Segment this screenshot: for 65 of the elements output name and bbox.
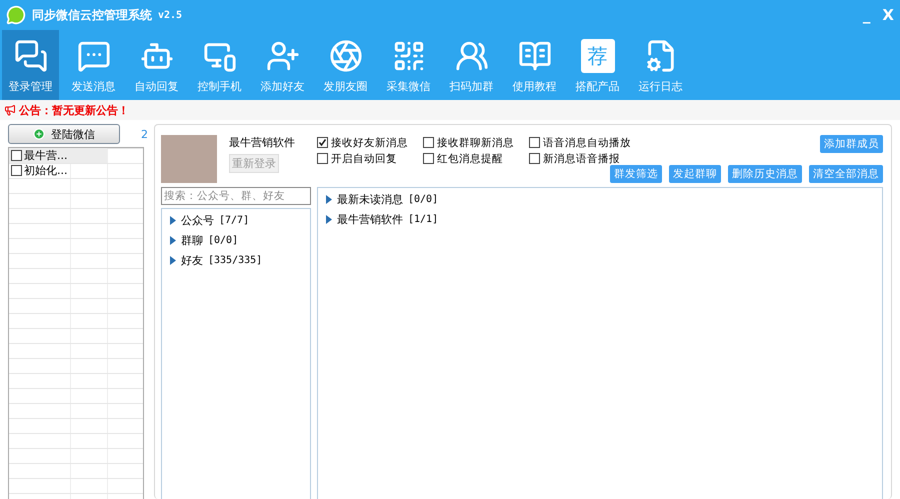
notice-text: 公告：暂无更新公告！ — [19, 102, 129, 118]
version-label: v2.5 — [158, 10, 182, 20]
toolbar-tab[interactable]: 控制手机 — [191, 30, 248, 100]
login-button[interactable]: 登陆微信 — [8, 124, 120, 144]
expand-arrow-icon — [326, 215, 332, 224]
search-field[interactable]: 搜索：公众号、群、好友 — [161, 187, 311, 205]
checkbox[interactable] — [317, 153, 328, 164]
add-user-icon — [266, 39, 300, 73]
tree-node[interactable]: 最新未读消息 [0/0] — [326, 192, 874, 207]
aperture-icon — [328, 39, 362, 73]
add-member-button[interactable]: 添加群成员 — [820, 135, 883, 153]
megaphone-icon — [4, 104, 16, 116]
add-icon — [33, 128, 45, 140]
toolbar-tab[interactable]: 添加好友 — [254, 30, 311, 100]
recommend-badge-icon: 荐 — [580, 39, 614, 73]
tree-node[interactable]: 公众号 [7/7] — [170, 213, 302, 228]
action-button[interactable]: 发起群聊 — [669, 165, 721, 183]
toolbar-tab[interactable]: 采集微信 — [380, 30, 437, 100]
account-name: 初始化... — [24, 163, 68, 178]
users-icon — [454, 39, 488, 73]
chat-bubbles-icon — [14, 39, 48, 73]
action-button[interactable]: 删除历史消息 — [728, 165, 802, 183]
checkbox[interactable] — [423, 153, 434, 164]
expand-arrow-icon — [326, 195, 332, 204]
checkbox[interactable] — [529, 137, 540, 148]
expand-arrow-icon — [170, 236, 176, 245]
toolbar-tab[interactable]: 运行日志 — [632, 30, 689, 100]
toolbar-tab[interactable]: 扫码加群 — [443, 30, 500, 100]
toolbar-tab[interactable]: 荐 搭配产品 — [569, 30, 626, 100]
checkbox[interactable] — [11, 165, 22, 176]
toolbar-tab[interactable]: 自动回复 — [128, 30, 185, 100]
account-count: 2 — [141, 128, 148, 140]
checkbox[interactable] — [529, 153, 540, 164]
option-label: 开启自动回复 — [331, 152, 397, 166]
close-button[interactable]: X — [882, 6, 894, 24]
option-label: 红包消息提醒 — [437, 152, 503, 166]
window-title: 同步微信云控管理系统 — [32, 6, 152, 24]
expand-arrow-icon — [170, 256, 176, 265]
action-button[interactable]: 群发筛选 — [610, 165, 662, 183]
tree-node[interactable]: 最牛营销软件 [1/1] — [326, 212, 874, 227]
action-button[interactable]: 清空全部消息 — [809, 165, 883, 183]
checkbox[interactable] — [11, 150, 22, 161]
message-icon — [76, 39, 110, 73]
tree-node[interactable]: 好友 [335/335] — [170, 253, 302, 268]
book-icon — [518, 39, 552, 73]
toolbar-tab[interactable]: 发朋友圈 — [317, 30, 374, 100]
expand-arrow-icon — [170, 216, 176, 225]
account-name: 最牛营... — [24, 148, 68, 163]
toolbar-tab[interactable]: 使用教程 — [506, 30, 563, 100]
checkbox[interactable] — [317, 137, 328, 148]
option-label: 接收好友新消息 — [331, 136, 408, 150]
profile-name: 最牛营销软件 — [229, 135, 296, 150]
tree-node[interactable]: 群聊 [0/0] — [170, 233, 302, 248]
option-label: 新消息语音播报 — [543, 152, 620, 166]
account-row[interactable]: 最牛营... — [9, 148, 107, 163]
option-label: 接收群聊新消息 — [437, 136, 514, 150]
app-logo-icon — [6, 5, 26, 25]
account-row[interactable]: 初始化... — [9, 163, 107, 178]
toolbar-tab[interactable]: 发送消息 — [65, 30, 122, 100]
option-label: 语音消息自动播放 — [543, 136, 631, 150]
checkbox[interactable] — [423, 137, 434, 148]
photo-placeholder — [161, 135, 217, 183]
toolbar-tab[interactable]: 登录管理 — [2, 30, 59, 100]
minimize-button[interactable]: _ — [862, 6, 870, 24]
relogin-button[interactable]: 重新登录 — [229, 154, 279, 173]
